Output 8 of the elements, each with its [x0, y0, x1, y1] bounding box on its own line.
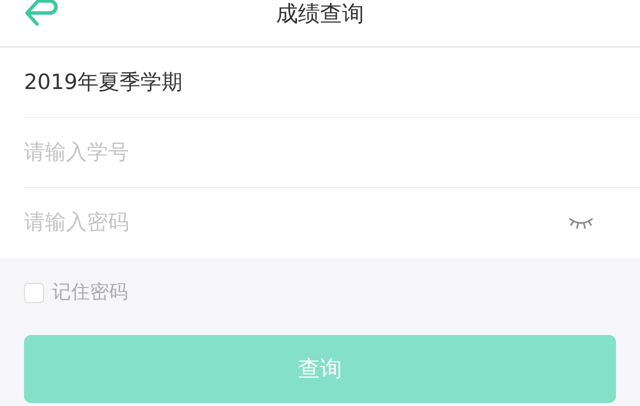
student-id-field[interactable]: 请输入学号	[24, 136, 616, 168]
semester-text[interactable]: 2019年夏季学期	[24, 66, 182, 98]
eye-closed-icon[interactable]	[568, 216, 594, 230]
query-button[interactable]: 查询	[24, 335, 616, 403]
remember-label[interactable]: 记住密码	[52, 278, 128, 307]
password-field[interactable]: 请输入密码	[24, 207, 568, 239]
remember-checkbox[interactable]	[24, 282, 44, 302]
page-title: 成绩查询	[276, 1, 364, 29]
